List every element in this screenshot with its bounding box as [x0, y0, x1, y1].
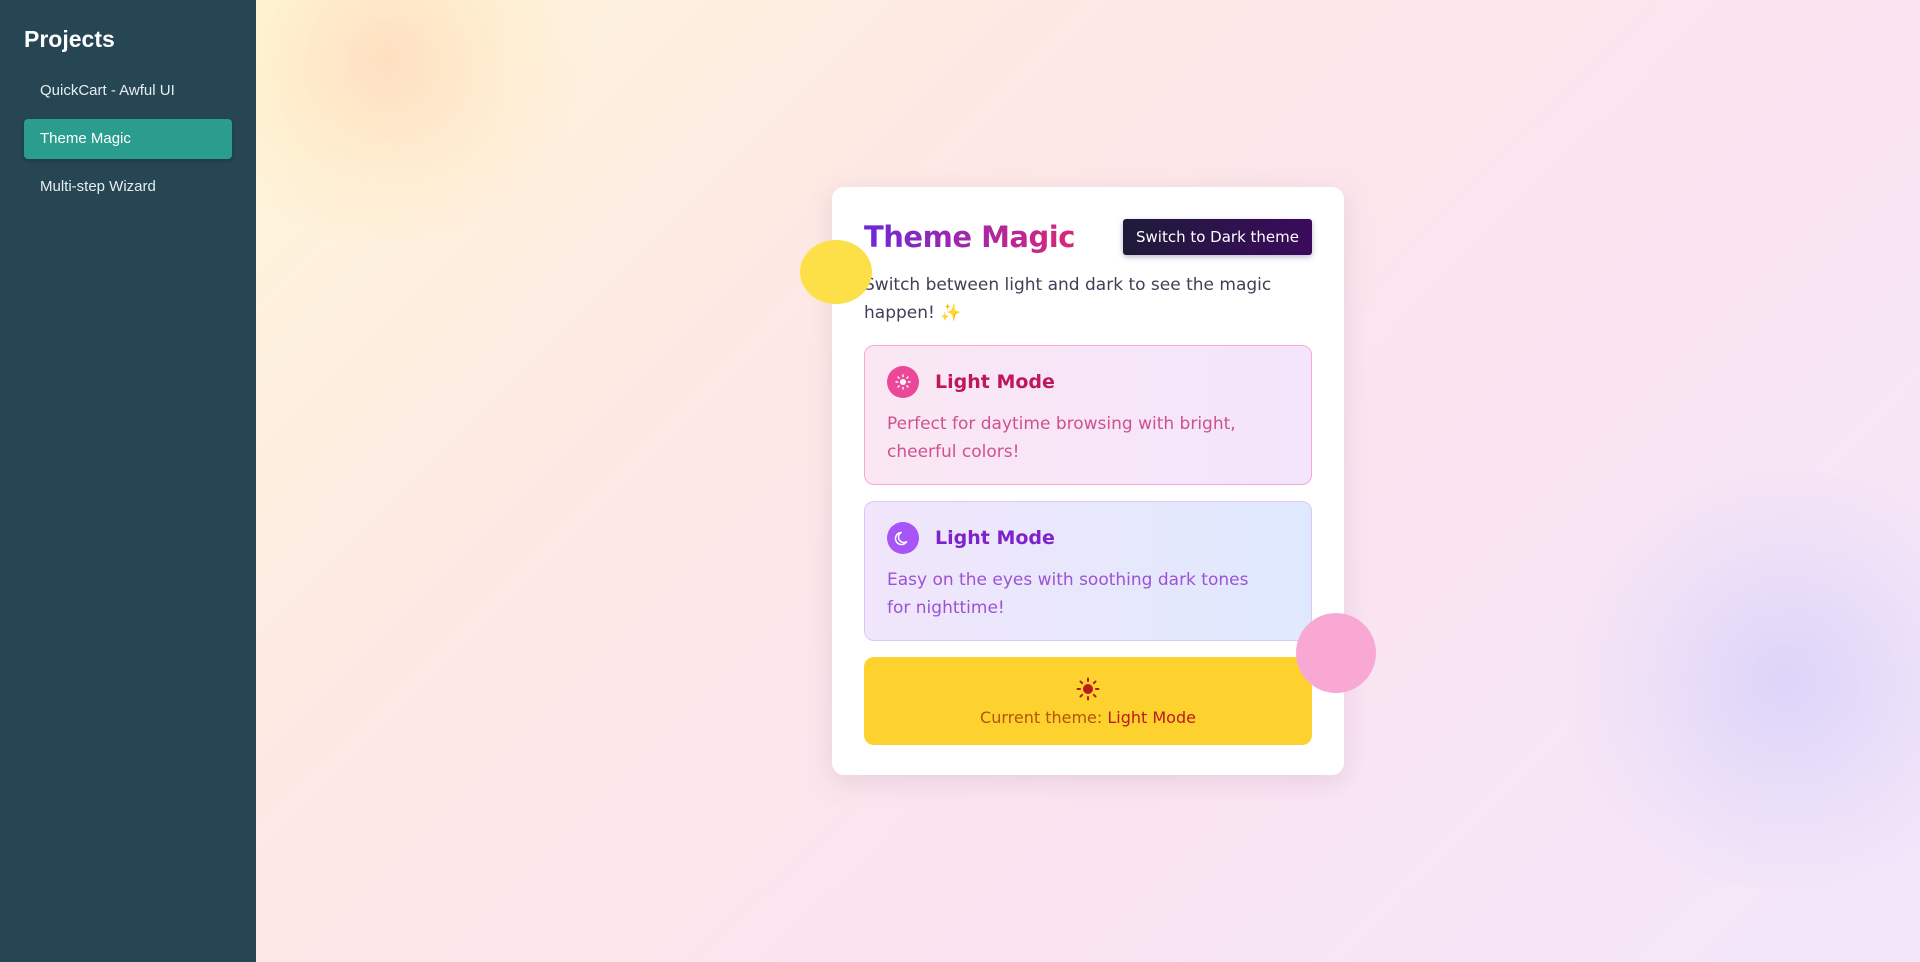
sidebar-item-multi-step-wizard[interactable]: Multi-step Wizard — [24, 167, 232, 207]
sidebar-item-quickcart[interactable]: QuickCart - Awful UI — [24, 71, 232, 111]
sun-icon — [1076, 676, 1100, 702]
current-theme-value: Light Mode — [1107, 707, 1196, 727]
light-mode-panel: Light Mode Perfect for daytime browsing … — [864, 345, 1312, 485]
sidebar-item-theme-magic[interactable]: Theme Magic — [24, 119, 232, 159]
current-theme-label: Current theme: — [980, 707, 1108, 727]
light-mode-description: Perfect for daytime browsing with bright… — [887, 414, 1236, 462]
current-theme-panel: Current theme: Light Mode — [864, 657, 1312, 745]
sidebar-title: Projects — [24, 26, 115, 52]
card-subtitle: Switch between light and dark to see the… — [864, 275, 1272, 323]
switch-theme-button[interactable]: Switch to Dark theme — [1122, 219, 1312, 255]
card-title: Theme Magic — [864, 220, 1075, 254]
theme-card: Theme Magic Switch to Dark theme Switch … — [832, 187, 1344, 775]
dark-mode-title: Light Mode — [935, 527, 1055, 549]
moon-icon — [887, 522, 919, 554]
decorative-yellow-circle — [800, 240, 872, 304]
background-glow-bottom — [1556, 470, 1920, 890]
sidebar: Projects QuickCart - Awful UI Theme Magi… — [0, 0, 256, 962]
background-glow-top — [256, 0, 596, 240]
dark-mode-description: Easy on the eyes with soothing dark tone… — [887, 570, 1249, 618]
current-theme-text: Current theme: Light Mode — [980, 708, 1196, 727]
card-header: Theme Magic Switch to Dark theme — [864, 219, 1312, 255]
decorative-pink-circle — [1296, 613, 1376, 693]
dark-mode-panel: Light Mode Easy on the eyes with soothin… — [864, 501, 1312, 641]
sun-icon — [887, 366, 919, 398]
light-mode-title: Light Mode — [935, 371, 1055, 393]
